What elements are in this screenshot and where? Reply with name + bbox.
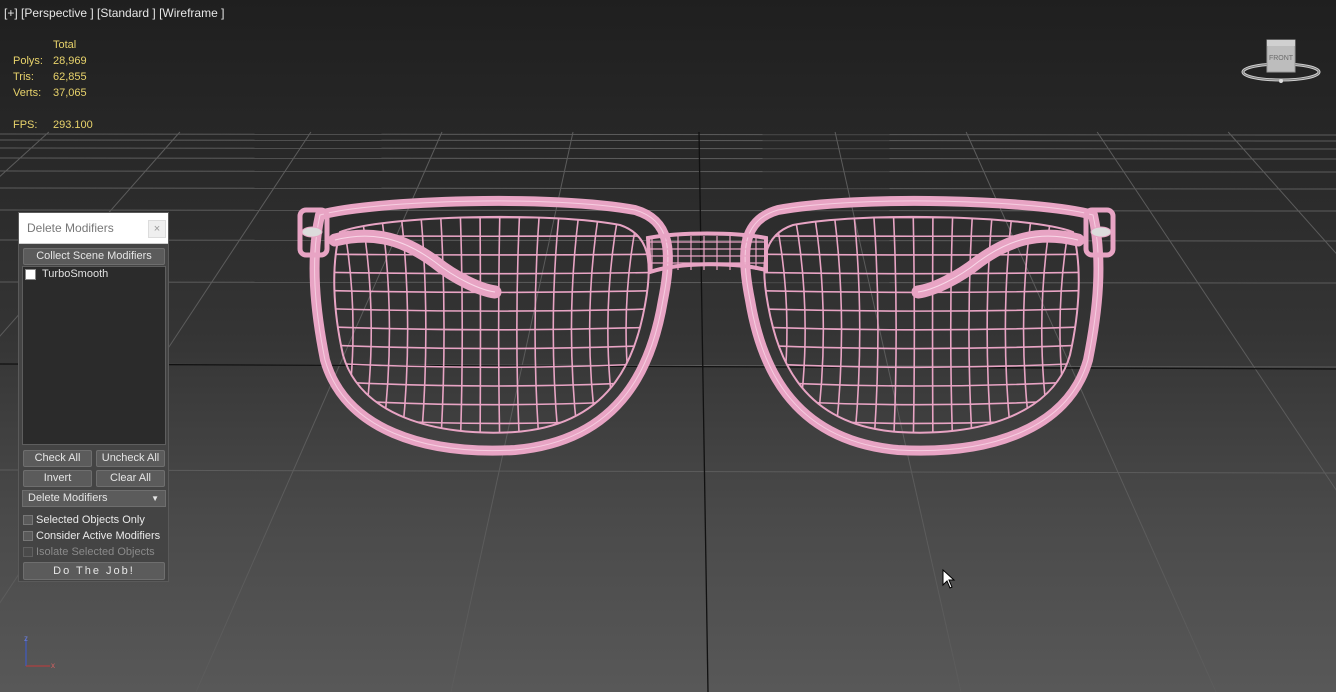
check-all-button[interactable]: Check All xyxy=(23,450,92,467)
mouse-cursor-icon xyxy=(942,569,956,589)
axis-tripod-icon: z x xyxy=(24,634,55,670)
uncheck-all-button[interactable]: Uncheck All xyxy=(96,450,165,467)
modifier-list[interactable]: TurboSmooth xyxy=(22,266,166,445)
ground-grid xyxy=(0,131,1336,692)
axis-x-label: x xyxy=(51,661,55,670)
do-the-job-button[interactable]: Do The Job! xyxy=(23,562,165,580)
viewcube[interactable]: FRONT xyxy=(1238,36,1324,88)
verts-label: Verts: xyxy=(13,87,42,99)
selected-objects-only-option[interactable]: Selected Objects Only xyxy=(23,514,145,526)
modifier-checkbox[interactable] xyxy=(25,268,36,280)
isolate-selected-objects-option: Isolate Selected Objects xyxy=(23,546,155,558)
tris-label: Tris: xyxy=(13,71,34,83)
dialog-titlebar[interactable]: Delete Modifiers × xyxy=(19,213,168,244)
polys-label: Polys: xyxy=(13,55,43,67)
glasses-wireframe xyxy=(297,195,1116,456)
fps-value: 293.100 xyxy=(53,119,93,131)
tris-value: 62,855 xyxy=(53,71,87,83)
mode-dropdown[interactable]: Delete Modifiers ▼ xyxy=(22,490,166,507)
close-button[interactable]: × xyxy=(148,220,166,238)
isolate-selected-label: Isolate Selected Objects xyxy=(36,546,155,558)
axis-z-label: z xyxy=(24,634,28,643)
dialog-title: Delete Modifiers xyxy=(27,221,114,235)
modifier-label: TurboSmooth xyxy=(42,268,109,280)
polys-value: 28,969 xyxy=(53,55,87,67)
viewcube-face-label: FRONT xyxy=(1269,55,1294,62)
selected-only-checkbox[interactable] xyxy=(23,515,33,525)
verts-value: 37,065 xyxy=(53,87,87,99)
viewport-statistics: Total Polys: 28,969 Tris: 62,855 Verts: 37,… xyxy=(13,37,93,133)
collect-scene-modifiers-button[interactable]: Collect Scene Modifiers xyxy=(23,248,165,265)
selected-only-label: Selected Objects Only xyxy=(36,514,145,526)
viewport-label-menu[interactable]: [+] [Perspective ] [Standard ] [Wirefram… xyxy=(4,6,224,20)
dropdown-arrow-icon: ▼ xyxy=(151,494,159,503)
consider-active-modifiers-option[interactable]: Consider Active Modifiers xyxy=(23,530,160,542)
consider-active-label: Consider Active Modifiers xyxy=(36,530,161,542)
delete-modifiers-dialog: Delete Modifiers × Collect Scene Modifie… xyxy=(18,212,169,582)
stats-header: Total xyxy=(53,39,77,51)
consider-active-checkbox[interactable] xyxy=(23,531,33,541)
grid-main-axes xyxy=(0,131,1336,692)
list-item[interactable]: TurboSmooth xyxy=(25,268,108,280)
invert-button[interactable]: Invert xyxy=(23,470,92,487)
isolate-selected-checkbox xyxy=(23,547,33,557)
fps-label: FPS: xyxy=(13,119,38,131)
viewport-canvas[interactable] xyxy=(0,0,1336,692)
clear-all-button[interactable]: Clear All xyxy=(96,470,165,487)
mode-dropdown-value: Delete Modifiers xyxy=(28,492,108,504)
